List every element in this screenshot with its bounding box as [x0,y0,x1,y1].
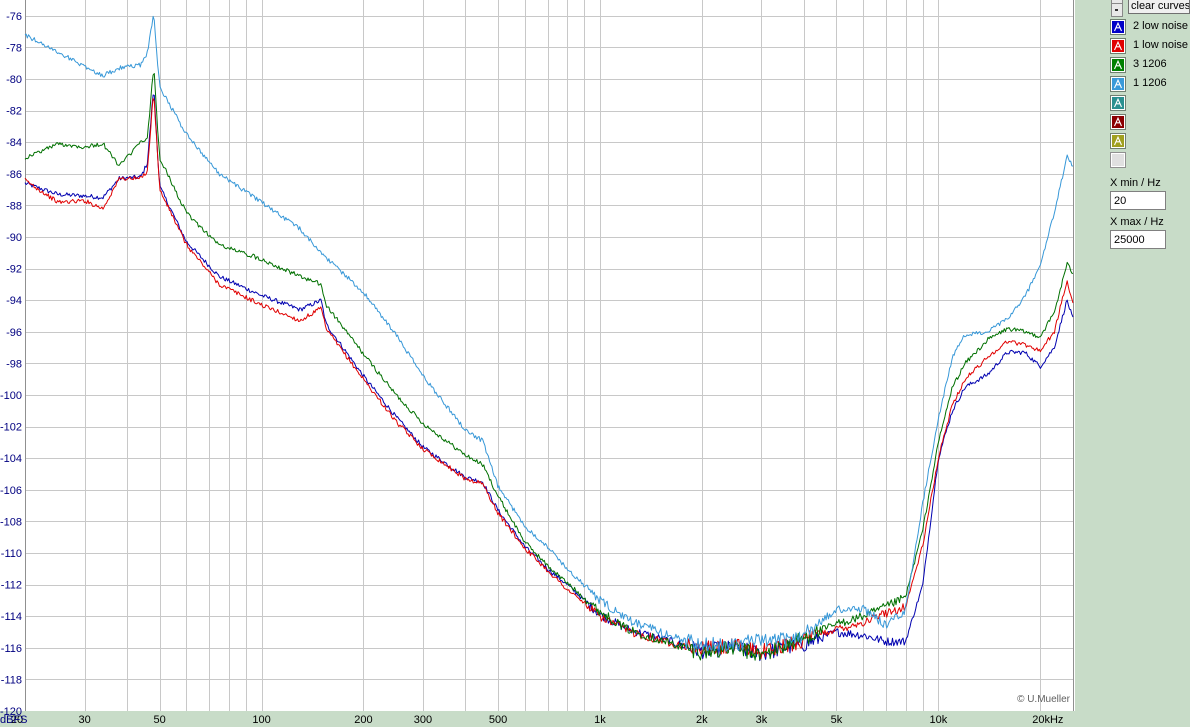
y-tick-label: -106 [0,485,22,497]
curve-a-icon[interactable] [1110,57,1126,73]
y-tick-label: -82 [6,106,22,118]
legend-label: 1 1206 [1133,77,1167,89]
x-tick-label: 2k [696,714,708,726]
xmax-input[interactable] [1110,230,1166,249]
clear-curves-button[interactable]: clear curves [1128,0,1190,14]
xmin-label: X min / Hz [1110,177,1161,189]
y-tick-label: -78 [6,42,22,54]
curve-a-icon[interactable] [1110,76,1126,92]
legend-label: 1 low noise [1133,39,1189,51]
y-tick-label: -80 [6,74,22,86]
x-tick-label: 30 [78,714,90,726]
spin-down-button[interactable] [1111,3,1123,17]
x-tick-label: 100 [252,714,270,726]
y-axis-unit-label: dBFS [0,714,28,726]
y-tick-label: -84 [6,137,22,149]
spin-down-icon [1115,9,1118,11]
x-tick-label: 20kHz [1032,714,1063,726]
x-tick-label: 300 [414,714,432,726]
y-tick-label: -90 [6,232,22,244]
x-tick-label: 200 [354,714,372,726]
x-tick-label: 3k [756,714,768,726]
y-tick-label: -86 [6,169,22,181]
xmax-label: X max / Hz [1110,216,1164,228]
legend-item[interactable] [1110,152,1190,168]
y-tick-label: -88 [6,200,22,212]
curve-a-icon[interactable] [1110,19,1126,35]
side-panel: clear curves 2 low noise 1 low noise 3 120… [1075,0,1190,727]
legend-label: 3 1206 [1133,58,1167,70]
y-tick-label: -112 [1,580,22,592]
y-tick-label: -102 [0,422,22,434]
legend-item[interactable]: 1 1206 [1110,76,1190,92]
legend-item[interactable]: 1 low noise [1110,38,1190,54]
y-tick-label: -108 [0,516,22,528]
legend-item[interactable]: 3 1206 [1110,57,1190,73]
y-tick-label: -118 [1,674,22,686]
legend-item[interactable] [1110,95,1190,111]
y-tick-label: -94 [6,295,22,307]
legend-item[interactable]: 2 low noise [1110,19,1190,35]
legend-item[interactable] [1110,114,1190,130]
y-tick-label: -92 [6,264,22,276]
curve-a-icon[interactable] [1110,38,1126,54]
y-tick-label: -98 [6,358,22,370]
xmin-input[interactable] [1110,191,1166,210]
curve-a-icon[interactable] [1110,114,1126,130]
x-tick-label: 5k [831,714,843,726]
curve-a-icon[interactable] [1110,133,1126,149]
y-tick-label: -100 [0,390,22,402]
y-tick-label: -114 [1,611,22,623]
x-tick-label: 10k [929,714,947,726]
frequency-response-plot: -76 -78 -80 -82 -84 -86 -88 -90 -92 -94 -96 -98 -100… [0,0,1075,727]
empty-slot-icon[interactable] [1110,152,1126,168]
x-tick-label: 1k [594,714,606,726]
y-tick-label: -76 [6,11,22,23]
curve-a-icon[interactable] [1110,95,1126,111]
legend-label: 2 low noise [1133,20,1189,32]
watermark: © U.Mueller [1017,694,1071,705]
legend-item[interactable] [1110,133,1190,149]
x-tick-label: 50 [154,714,166,726]
y-tick-label: -110 [1,548,22,560]
x-tick-label: 500 [489,714,507,726]
y-tick-label: -104 [0,453,22,465]
y-tick-label: -96 [6,327,22,339]
y-tick-label: -116 [1,643,22,655]
